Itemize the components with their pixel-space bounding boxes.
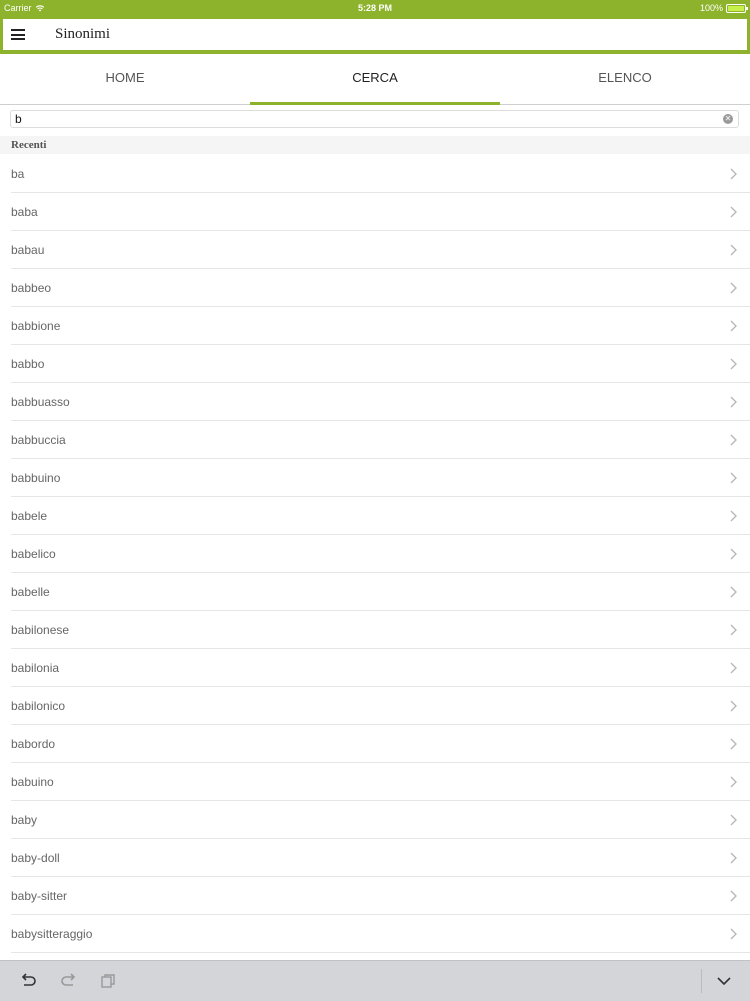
chevron-right-icon (730, 206, 737, 218)
list-item-label: babysitteraggio (11, 927, 93, 941)
list-item-label: babele (11, 509, 48, 523)
list-item[interactable]: babau (0, 231, 750, 269)
list-item[interactable]: babbo (0, 345, 750, 383)
clear-search-icon[interactable]: ✕ (723, 114, 733, 124)
list-item-label: baba (11, 205, 38, 219)
chevron-right-icon (730, 738, 737, 750)
chevron-right-icon (730, 472, 737, 484)
tab-home[interactable]: HOME (0, 54, 250, 104)
tab-cerca[interactable]: CERCA (250, 54, 500, 105)
list-item-label: babuino (11, 775, 54, 789)
list-item-label: babbuccia (11, 433, 66, 447)
list-item[interactable]: babysitteraggio (0, 915, 750, 953)
chevron-right-icon (730, 662, 737, 674)
section-header: Recenti (0, 136, 750, 154)
chevron-right-icon (730, 548, 737, 560)
title-bar: Sinonimi (0, 16, 750, 54)
list-item-label: babelle (11, 585, 50, 599)
chevron-right-icon (730, 928, 737, 940)
tab-bar: HOME CERCA ELENCO (0, 54, 750, 105)
list-item-label: babilonia (11, 661, 60, 675)
list-item[interactable]: baby-sitter (0, 877, 750, 915)
chevron-right-icon (730, 244, 737, 256)
list-item-label: babilonese (11, 623, 70, 637)
list-item[interactable]: baby-doll (0, 839, 750, 877)
list-item[interactable]: babbione (0, 307, 750, 345)
list-item[interactable]: babelle (0, 573, 750, 611)
undo-icon[interactable] (20, 972, 38, 990)
app-title: Sinonimi (55, 26, 111, 42)
list-item[interactable]: babilonico (0, 687, 750, 725)
list-item-label: babelico (11, 547, 56, 561)
search-box: ✕ (10, 110, 739, 128)
chevron-right-icon (730, 168, 737, 180)
chevron-right-icon (730, 320, 737, 332)
list-item-label: babbo (11, 357, 45, 371)
chevron-right-icon (730, 814, 737, 826)
list-item[interactable]: babuino (0, 763, 750, 801)
toolbar-separator (701, 969, 702, 993)
battery-info: 100% (699, 3, 748, 13)
chevron-right-icon (730, 852, 737, 864)
list-item-label: babbuino (11, 471, 61, 485)
title-bar-inner: Sinonimi (3, 19, 747, 50)
tab-elenco[interactable]: ELENCO (500, 54, 750, 104)
results-list: ba baba babau babbeo babbione babbo babbuasso b… (0, 155, 750, 953)
redo-icon[interactable] (59, 972, 77, 990)
list-item-label: baby-sitter (11, 889, 68, 903)
list-item[interactable]: babilonese (0, 611, 750, 649)
list-item-label: babbuasso (11, 395, 70, 409)
list-item-label: babbione (11, 319, 61, 333)
list-item-label: baby-doll (11, 851, 60, 865)
paste-icon[interactable] (99, 972, 117, 990)
list-item[interactable]: ba (0, 155, 750, 193)
chevron-right-icon (730, 586, 737, 598)
chevron-right-icon (730, 358, 737, 370)
chevron-right-icon (730, 396, 737, 408)
chevron-right-icon (730, 282, 737, 294)
list-item-label: baby (11, 813, 38, 827)
list-item-label: babilonico (11, 699, 66, 713)
section-title: Recenti (11, 139, 47, 151)
list-item-label: babordo (11, 737, 56, 751)
chevron-right-icon (730, 700, 737, 712)
chevron-right-icon (730, 510, 737, 522)
list-item[interactable]: babbuccia (0, 421, 750, 459)
list-item[interactable]: babele (0, 497, 750, 535)
chevron-right-icon (730, 434, 737, 446)
keyboard-toolbar (0, 960, 750, 1001)
battery-percent: 100% (699, 3, 723, 13)
list-item-label: babau (11, 243, 45, 257)
list-item[interactable]: babbeo (0, 269, 750, 307)
list-item[interactable]: baba (0, 193, 750, 231)
chevron-right-icon (730, 890, 737, 902)
hamburger-menu-icon[interactable] (11, 29, 25, 40)
list-item[interactable]: babbuino (0, 459, 750, 497)
chevron-right-icon (730, 624, 737, 636)
chevron-down-icon[interactable] (715, 972, 733, 990)
list-item[interactable]: babilonia (0, 649, 750, 687)
list-item-label: babbeo (11, 281, 52, 295)
status-bar: Carrier 5:28 PM 100% (0, 0, 750, 16)
list-item[interactable]: babbuasso (0, 383, 750, 421)
list-item[interactable]: babelico (0, 535, 750, 573)
list-item[interactable]: baby (0, 801, 750, 839)
list-item-label: ba (11, 167, 25, 181)
chevron-right-icon (730, 776, 737, 788)
clock: 5:28 PM (357, 3, 392, 13)
search-input[interactable] (11, 111, 715, 127)
battery-icon (726, 3, 748, 13)
list-item[interactable]: babordo (0, 725, 750, 763)
